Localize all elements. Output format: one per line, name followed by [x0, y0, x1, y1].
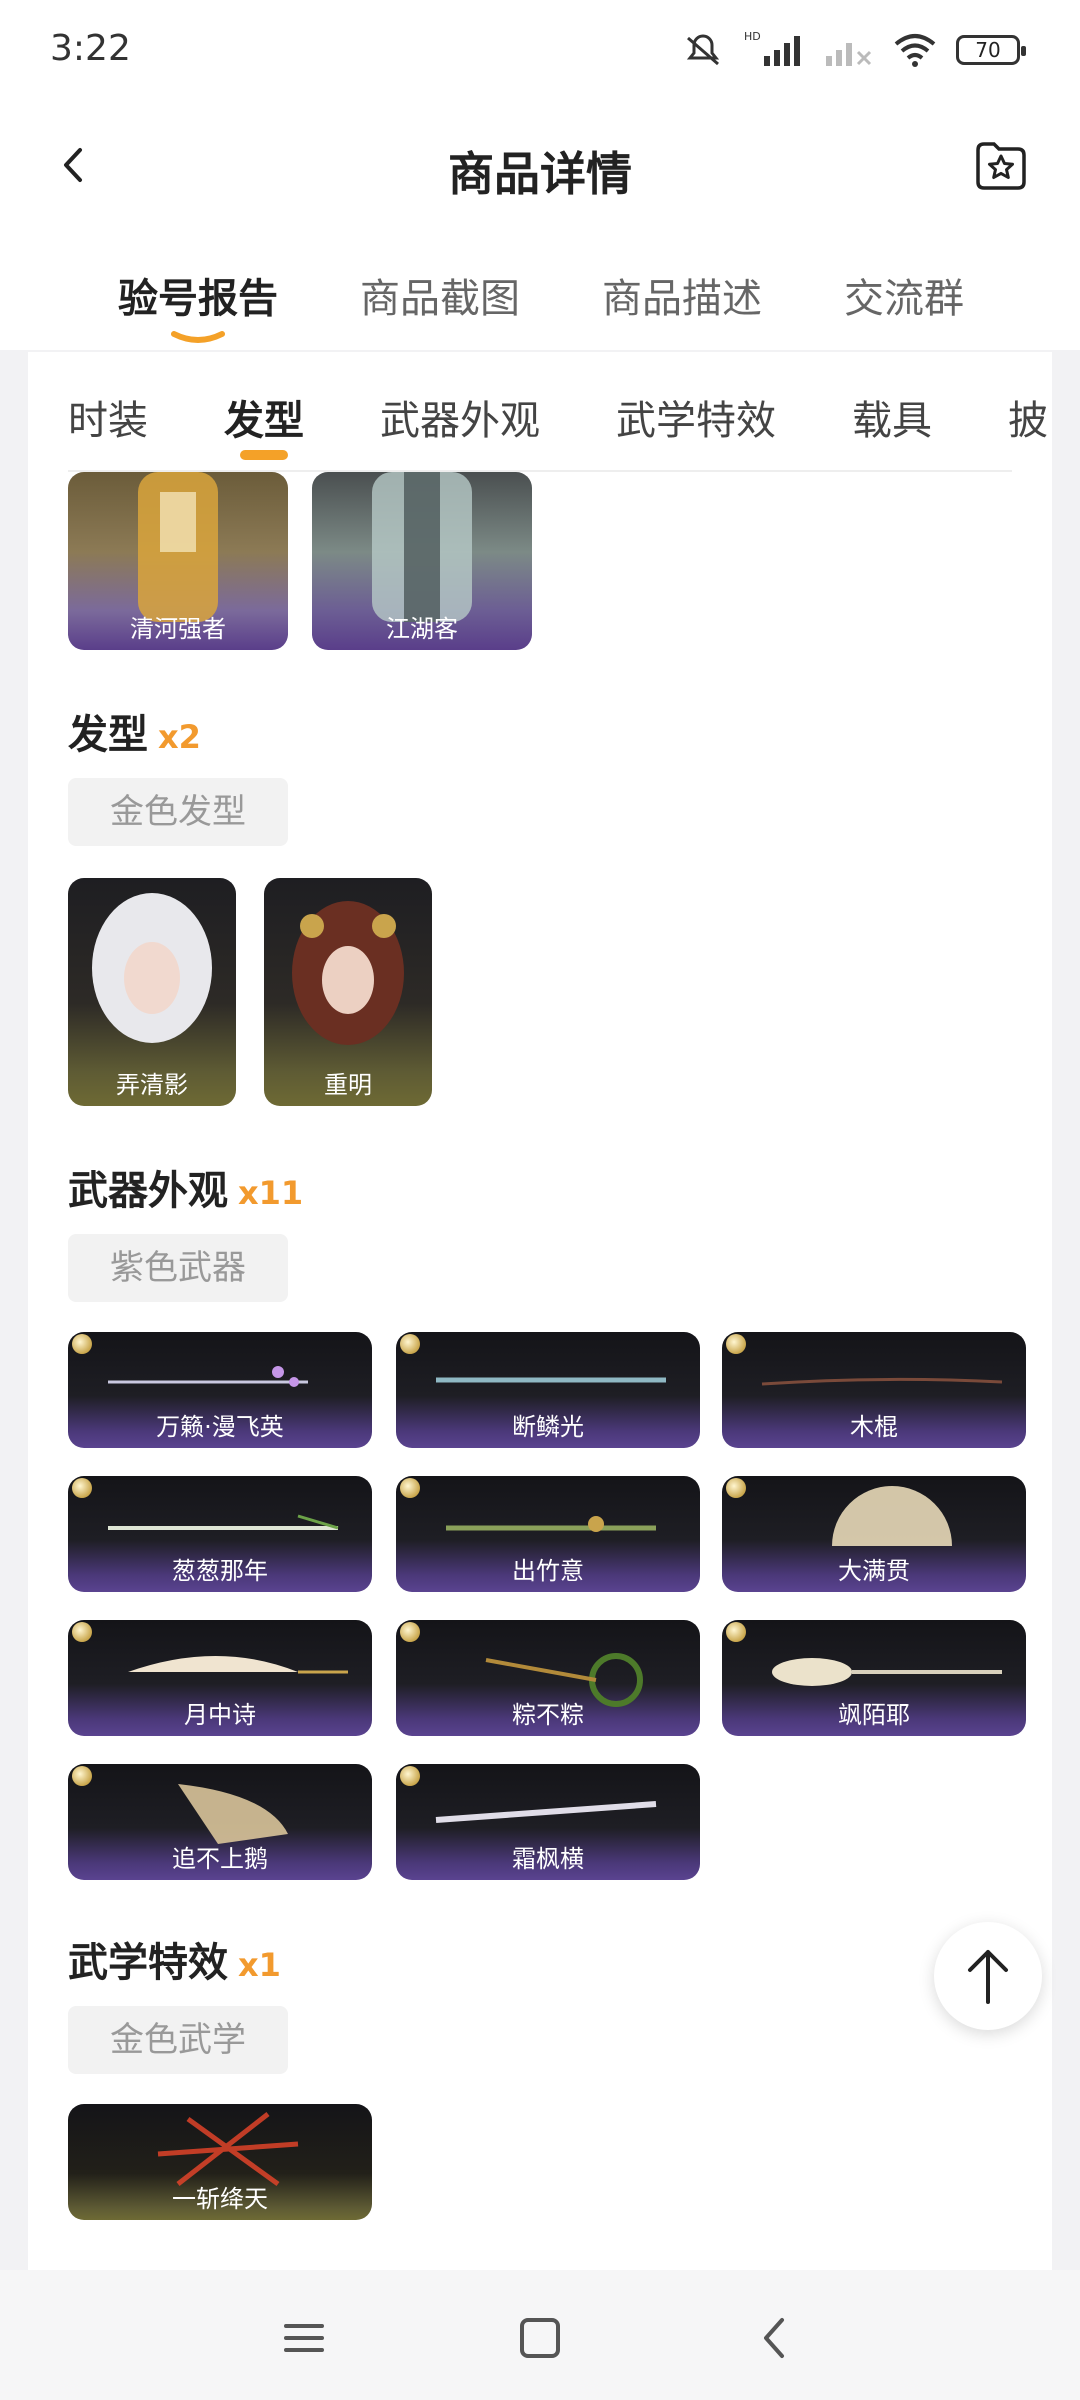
filter-chip-purple-weapon[interactable]: 紫色武器 [68, 1234, 288, 1302]
menu-nav-button[interactable] [274, 2310, 334, 2366]
weapon-tile[interactable]: 月中诗 [68, 1620, 372, 1736]
menu-icon [284, 2324, 324, 2352]
section-title-weapons: 武器外观 x11 [68, 1158, 303, 1216]
status-bar: 3:22 HD 70 [0, 0, 1080, 100]
outfit-tile[interactable]: 清河强者 [68, 472, 288, 650]
back-nav-button[interactable] [746, 2310, 806, 2366]
subtab-label: 载具 [852, 398, 932, 444]
weapon-tile[interactable]: 木棍 [722, 1332, 1026, 1448]
outfit-figure-icon [372, 472, 472, 622]
hd-label: HD [744, 30, 761, 43]
outfit-name: 江湖客 [386, 615, 458, 643]
weapon-tile[interactable]: 飒陌耶 [722, 1620, 1026, 1736]
section-title-hair: 发型 x2 [68, 702, 201, 760]
tab-inspection-report[interactable]: 验号报告 [118, 266, 278, 343]
outfit-name: 清河强者 [130, 615, 226, 643]
scroll-to-top-button[interactable] [934, 1922, 1042, 2030]
hair-tile[interactable]: 重明 [264, 878, 432, 1106]
section-count: x11 [238, 1174, 304, 1212]
weapon-name: 月中诗 [184, 1701, 256, 1729]
hair-tile[interactable]: 弄清影 [68, 878, 236, 1106]
section-count: x2 [158, 718, 201, 756]
outfit-figure-icon [138, 472, 218, 622]
hair-name: 重明 [324, 1071, 372, 1099]
weapon-name: 葱葱那年 [172, 1557, 268, 1585]
home-nav-button[interactable] [510, 2310, 570, 2366]
subtab-label: 披 [1008, 398, 1048, 444]
subtab-label: 时装 [68, 398, 148, 444]
chevron-left-icon [764, 2318, 784, 2358]
subtab-outfit[interactable]: 时装 [68, 388, 148, 446]
subtab-label: 发型 [224, 398, 304, 444]
favorite-button[interactable] [972, 136, 1030, 194]
weapon-name: 霜枫横 [512, 1845, 584, 1873]
subtab-mount[interactable]: 载具 [852, 388, 932, 446]
weapon-tile[interactable]: 葱葱那年 [68, 1476, 372, 1592]
mute-icon [680, 30, 726, 70]
battery-level: 70 [975, 38, 1001, 62]
weapon-tile[interactable]: 万籁·漫飞英 [68, 1332, 372, 1448]
section-count: x1 [238, 1946, 281, 1984]
tab-group-chat[interactable]: 交流群 [844, 266, 964, 324]
signal-2-icon [822, 30, 874, 70]
subtab-cape[interactable]: 披 [1008, 388, 1048, 446]
weapon-tile[interactable]: 出竹意 [396, 1476, 700, 1592]
tab-label: 验号报告 [118, 276, 278, 322]
system-navbar [0, 2270, 1080, 2400]
tab-label: 交流群 [844, 276, 964, 322]
portrait-icon [92, 893, 212, 1043]
section-title-text: 武学特效 [68, 1940, 228, 1986]
battery-icon: 70 [956, 35, 1026, 65]
sub-tabs: 时装 发型 武器外观 武学特效 载具 披 [28, 352, 1052, 472]
weapon-tile[interactable]: 断鳞光 [396, 1332, 700, 1448]
weapon-tile[interactable]: 追不上鹅 [68, 1764, 372, 1880]
weapon-name: 万籁·漫飞英 [156, 1413, 284, 1441]
weapon-name: 出竹意 [512, 1557, 584, 1585]
signal-icon: HD [744, 30, 804, 70]
tab-screenshots[interactable]: 商品截图 [360, 266, 520, 324]
report-card: 时装 发型 武器外观 武学特效 载具 披 清河强者 江湖客 发型 x2 金色发型 … [28, 352, 1052, 2272]
subtab-weapon-appearance[interactable]: 武器外观 [380, 388, 540, 446]
tab-label: 商品截图 [360, 276, 520, 322]
section-title-text: 发型 [68, 712, 148, 758]
section-title-martial-effects: 武学特效 x1 [68, 1930, 281, 1988]
subtab-label: 武学特效 [616, 398, 776, 444]
status-time: 3:22 [50, 28, 131, 69]
weapon-name: 断鳞光 [512, 1413, 584, 1441]
tab-underline-icon [171, 331, 225, 343]
outfit-tile[interactable]: 江湖客 [312, 472, 532, 650]
portrait-icon [292, 901, 404, 1045]
martial-effect-name: 一斩绛天 [172, 2185, 268, 2213]
wifi-icon [892, 30, 938, 70]
status-icons: HD 70 [680, 30, 1026, 70]
hair-name: 弄清影 [116, 1071, 188, 1099]
weapon-name: 飒陌耶 [838, 1701, 910, 1729]
arrow-up-icon [968, 1950, 1008, 2004]
subtab-hair[interactable]: 发型 [224, 388, 304, 460]
section-title-text: 武器外观 [68, 1168, 228, 1214]
subtab-underline [240, 450, 288, 460]
square-icon [520, 2318, 560, 2358]
weapon-tile[interactable]: 霜枫横 [396, 1764, 700, 1880]
filter-chip-gold-hair[interactable]: 金色发型 [68, 778, 288, 846]
subtab-martial-effects[interactable]: 武学特效 [616, 388, 776, 446]
page-title: 商品详情 [448, 147, 632, 201]
weapon-name: 追不上鹅 [172, 1845, 268, 1873]
filter-chip-gold-martial[interactable]: 金色武学 [68, 2006, 288, 2074]
header: 商品详情 [0, 100, 1080, 230]
weapon-name: 大满贯 [838, 1557, 910, 1585]
star-folder-icon [976, 142, 1026, 190]
main-tabs: 验号报告 商品截图 商品描述 交流群 [0, 230, 1080, 350]
weapon-tile[interactable]: 粽不粽 [396, 1620, 700, 1736]
weapon-name: 粽不粽 [512, 1701, 584, 1729]
weapon-tile[interactable]: 大满贯 [722, 1476, 1026, 1592]
weapon-name: 木棍 [850, 1413, 898, 1441]
tab-description[interactable]: 商品描述 [602, 266, 762, 324]
tab-label: 商品描述 [602, 276, 762, 322]
martial-effect-tile[interactable]: 一斩绛天 [68, 2104, 372, 2220]
subtab-label: 武器外观 [380, 398, 540, 444]
